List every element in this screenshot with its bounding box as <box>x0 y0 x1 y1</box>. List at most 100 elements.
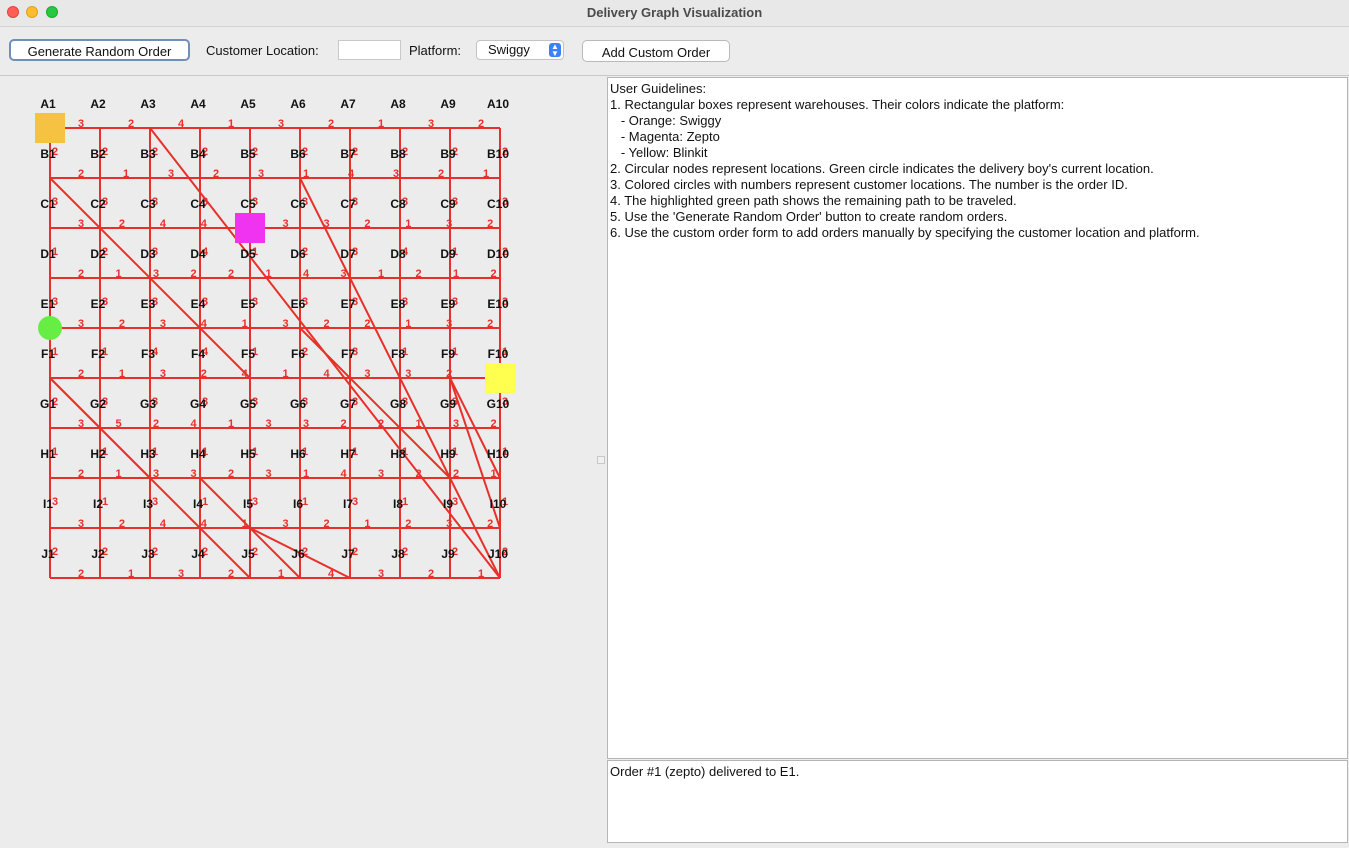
node-label: J10 <box>488 547 508 561</box>
edge-weight-label: 2 <box>323 318 329 330</box>
node-label: H4 <box>190 447 206 461</box>
edge-weight-label: 2 <box>446 368 452 380</box>
edge-weight-label: 1 <box>119 368 125 380</box>
node-label: D1 <box>40 247 56 261</box>
edge-weight-label: 3 <box>393 168 399 180</box>
edge-weight-label: 4 <box>191 418 198 430</box>
edge-weight-label: 1 <box>128 568 134 580</box>
edge-weight-label: 1 <box>483 168 489 180</box>
node-label: J5 <box>241 547 255 561</box>
edge-weight-label: 2 <box>487 318 493 330</box>
node-label: A4 <box>190 97 206 111</box>
node-label: E9 <box>441 297 456 311</box>
node-label: I7 <box>343 497 353 511</box>
delivery-boy-marker <box>38 316 62 340</box>
node-label: J2 <box>91 547 105 561</box>
user-guidelines-panel: User Guidelines: 1. Rectangular boxes rep… <box>607 77 1348 759</box>
edge-weight-label: 2 <box>405 518 411 530</box>
edge-weight-label: 2 <box>119 518 125 530</box>
node-label: G8 <box>390 397 406 411</box>
node-label: H8 <box>390 447 406 461</box>
node-label: E4 <box>191 297 206 311</box>
edge-weight-label: 3 <box>453 418 459 430</box>
edge-weight-label: 4 <box>160 218 167 230</box>
edge-weight-label: 1 <box>416 418 422 430</box>
node-label: B7 <box>340 147 356 161</box>
edge-weight-label: 4 <box>348 168 355 180</box>
node-label: C8 <box>390 197 406 211</box>
node-label: F4 <box>191 347 205 361</box>
node-label: I5 <box>243 497 253 511</box>
edge-weight-label: 3 <box>283 518 289 530</box>
edge-weight-label: 4 <box>303 268 310 280</box>
node-label: D5 <box>240 247 256 261</box>
node-label: F10 <box>488 347 509 361</box>
customer-location-input[interactable] <box>338 40 401 60</box>
node-label: J9 <box>441 547 455 561</box>
edge-weight-label: 2 <box>478 118 484 130</box>
edge-weight-label: 4 <box>242 368 249 380</box>
edge-weight-label: 3 <box>78 418 84 430</box>
edge-weight-label: 3 <box>364 368 370 380</box>
edge-weight-label: 2 <box>416 268 422 280</box>
edge-weight-label: 2 <box>78 168 84 180</box>
edge-weight-label: 2 <box>438 168 444 180</box>
node-label: J7 <box>341 547 355 561</box>
node-label: I1 <box>43 497 53 511</box>
edge-weight-label: 2 <box>491 268 497 280</box>
edge-weight-label: 2 <box>228 568 234 580</box>
edge-weight-label: 1 <box>116 268 122 280</box>
edge-weight-label: 3 <box>446 318 452 330</box>
chevron-updown-icon: ▲ ▼ <box>549 43 561 58</box>
node-label: F5 <box>241 347 255 361</box>
guideline-line: 4. The highlighted green path shows the … <box>610 193 1017 208</box>
node-label: E7 <box>341 297 356 311</box>
generate-random-order-button[interactable]: Generate Random Order <box>9 39 190 61</box>
node-label: A1 <box>40 97 56 111</box>
node-label: B2 <box>90 147 106 161</box>
edge-weight-label: 2 <box>78 468 84 480</box>
node-label: H9 <box>440 447 456 461</box>
edge-weight-label: 1 <box>478 568 484 580</box>
edge-weight-label: 4 <box>160 518 167 530</box>
edge-weight-label: 1 <box>378 268 384 280</box>
guideline-line: 3. Colored circles with numbers represen… <box>610 177 1128 192</box>
edge-weight-label: 1 <box>123 168 129 180</box>
edge-weight-label: 2 <box>328 118 334 130</box>
warehouse-blinkit <box>485 363 515 393</box>
add-custom-order-button[interactable]: Add Custom Order <box>582 40 730 62</box>
edge-weight-label: 2 <box>119 318 125 330</box>
customer-location-label: Customer Location: <box>206 43 319 58</box>
node-label: G3 <box>140 397 156 411</box>
node-label: F3 <box>141 347 155 361</box>
node-label: B8 <box>390 147 406 161</box>
edge-weight-label: 2 <box>228 468 234 480</box>
edge-weight-label: 4 <box>323 368 330 380</box>
node-label: G6 <box>290 397 306 411</box>
node-label: E6 <box>291 297 306 311</box>
edge-weight-label: 2 <box>487 518 493 530</box>
edge-weight-label: 1 <box>405 318 411 330</box>
edge-weight-label: 3 <box>378 468 384 480</box>
node-label: D2 <box>90 247 106 261</box>
node-label: F7 <box>341 347 355 361</box>
platform-select[interactable]: Swiggy ▲ ▼ <box>476 40 564 60</box>
edge-weight-label: 4 <box>201 318 208 330</box>
node-label: E10 <box>487 297 509 311</box>
edge-weight-label: 3 <box>303 418 309 430</box>
edge-weight-label: 2 <box>341 418 347 430</box>
guideline-line: - Yellow: Blinkit <box>610 145 708 160</box>
edge-weight-label: 2 <box>153 418 159 430</box>
node-label: G2 <box>90 397 106 411</box>
edge-weight-label: 3 <box>153 268 159 280</box>
edge-weight-label: 3 <box>178 568 184 580</box>
edge-weight-label: 2 <box>453 468 459 480</box>
split-pane-divider[interactable] <box>597 456 605 464</box>
node-label: G9 <box>440 397 456 411</box>
edge-weight-label: 3 <box>283 218 289 230</box>
node-label: A6 <box>290 97 306 111</box>
edge-weight-label: 3 <box>405 368 411 380</box>
edge-weight-label: 3 <box>78 518 84 530</box>
edge-weight-label: 3 <box>323 218 329 230</box>
edge-weight-label: 3 <box>341 268 347 280</box>
